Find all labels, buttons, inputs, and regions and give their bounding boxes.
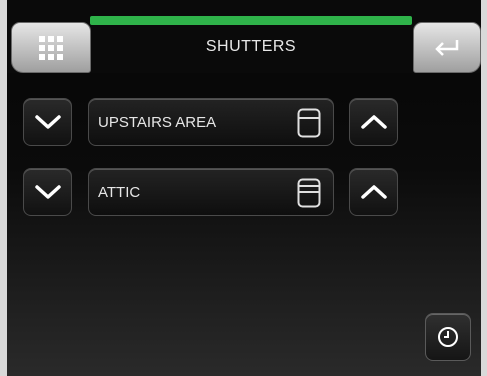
shutter-icon — [297, 178, 321, 208]
shutter-label: UPSTAIRS AREA — [98, 114, 217, 131]
screen: SHUTTERS UPSTAIRS AREA ATTIC — [7, 0, 481, 376]
shutter-label: ATTIC — [98, 184, 141, 201]
shutter-up-button[interactable] — [349, 98, 398, 146]
menu-button[interactable] — [11, 22, 91, 73]
shutter-down-button[interactable] — [23, 98, 72, 146]
back-button[interactable] — [413, 22, 481, 73]
grid-menu-icon — [39, 35, 63, 60]
return-arrow-icon — [435, 39, 459, 56]
shutter-name-panel[interactable]: ATTIC — [88, 168, 334, 216]
active-tab-indicator — [90, 16, 412, 25]
shutter-up-button[interactable] — [349, 168, 398, 216]
shutter-down-button[interactable] — [23, 168, 72, 216]
clock-icon — [438, 327, 458, 347]
timer-button[interactable] — [425, 313, 471, 361]
shutter-name-panel[interactable]: UPSTAIRS AREA — [88, 98, 334, 146]
chevron-down-icon — [34, 185, 61, 199]
shutter-row-attic: ATTIC — [23, 168, 403, 216]
chevron-up-icon — [360, 115, 387, 129]
page-title: SHUTTERS — [205, 38, 297, 55]
shutter-row-upstairs: UPSTAIRS AREA — [23, 98, 403, 146]
chevron-up-icon — [360, 185, 387, 199]
chevron-down-icon — [34, 115, 61, 129]
shutter-icon — [297, 108, 321, 138]
